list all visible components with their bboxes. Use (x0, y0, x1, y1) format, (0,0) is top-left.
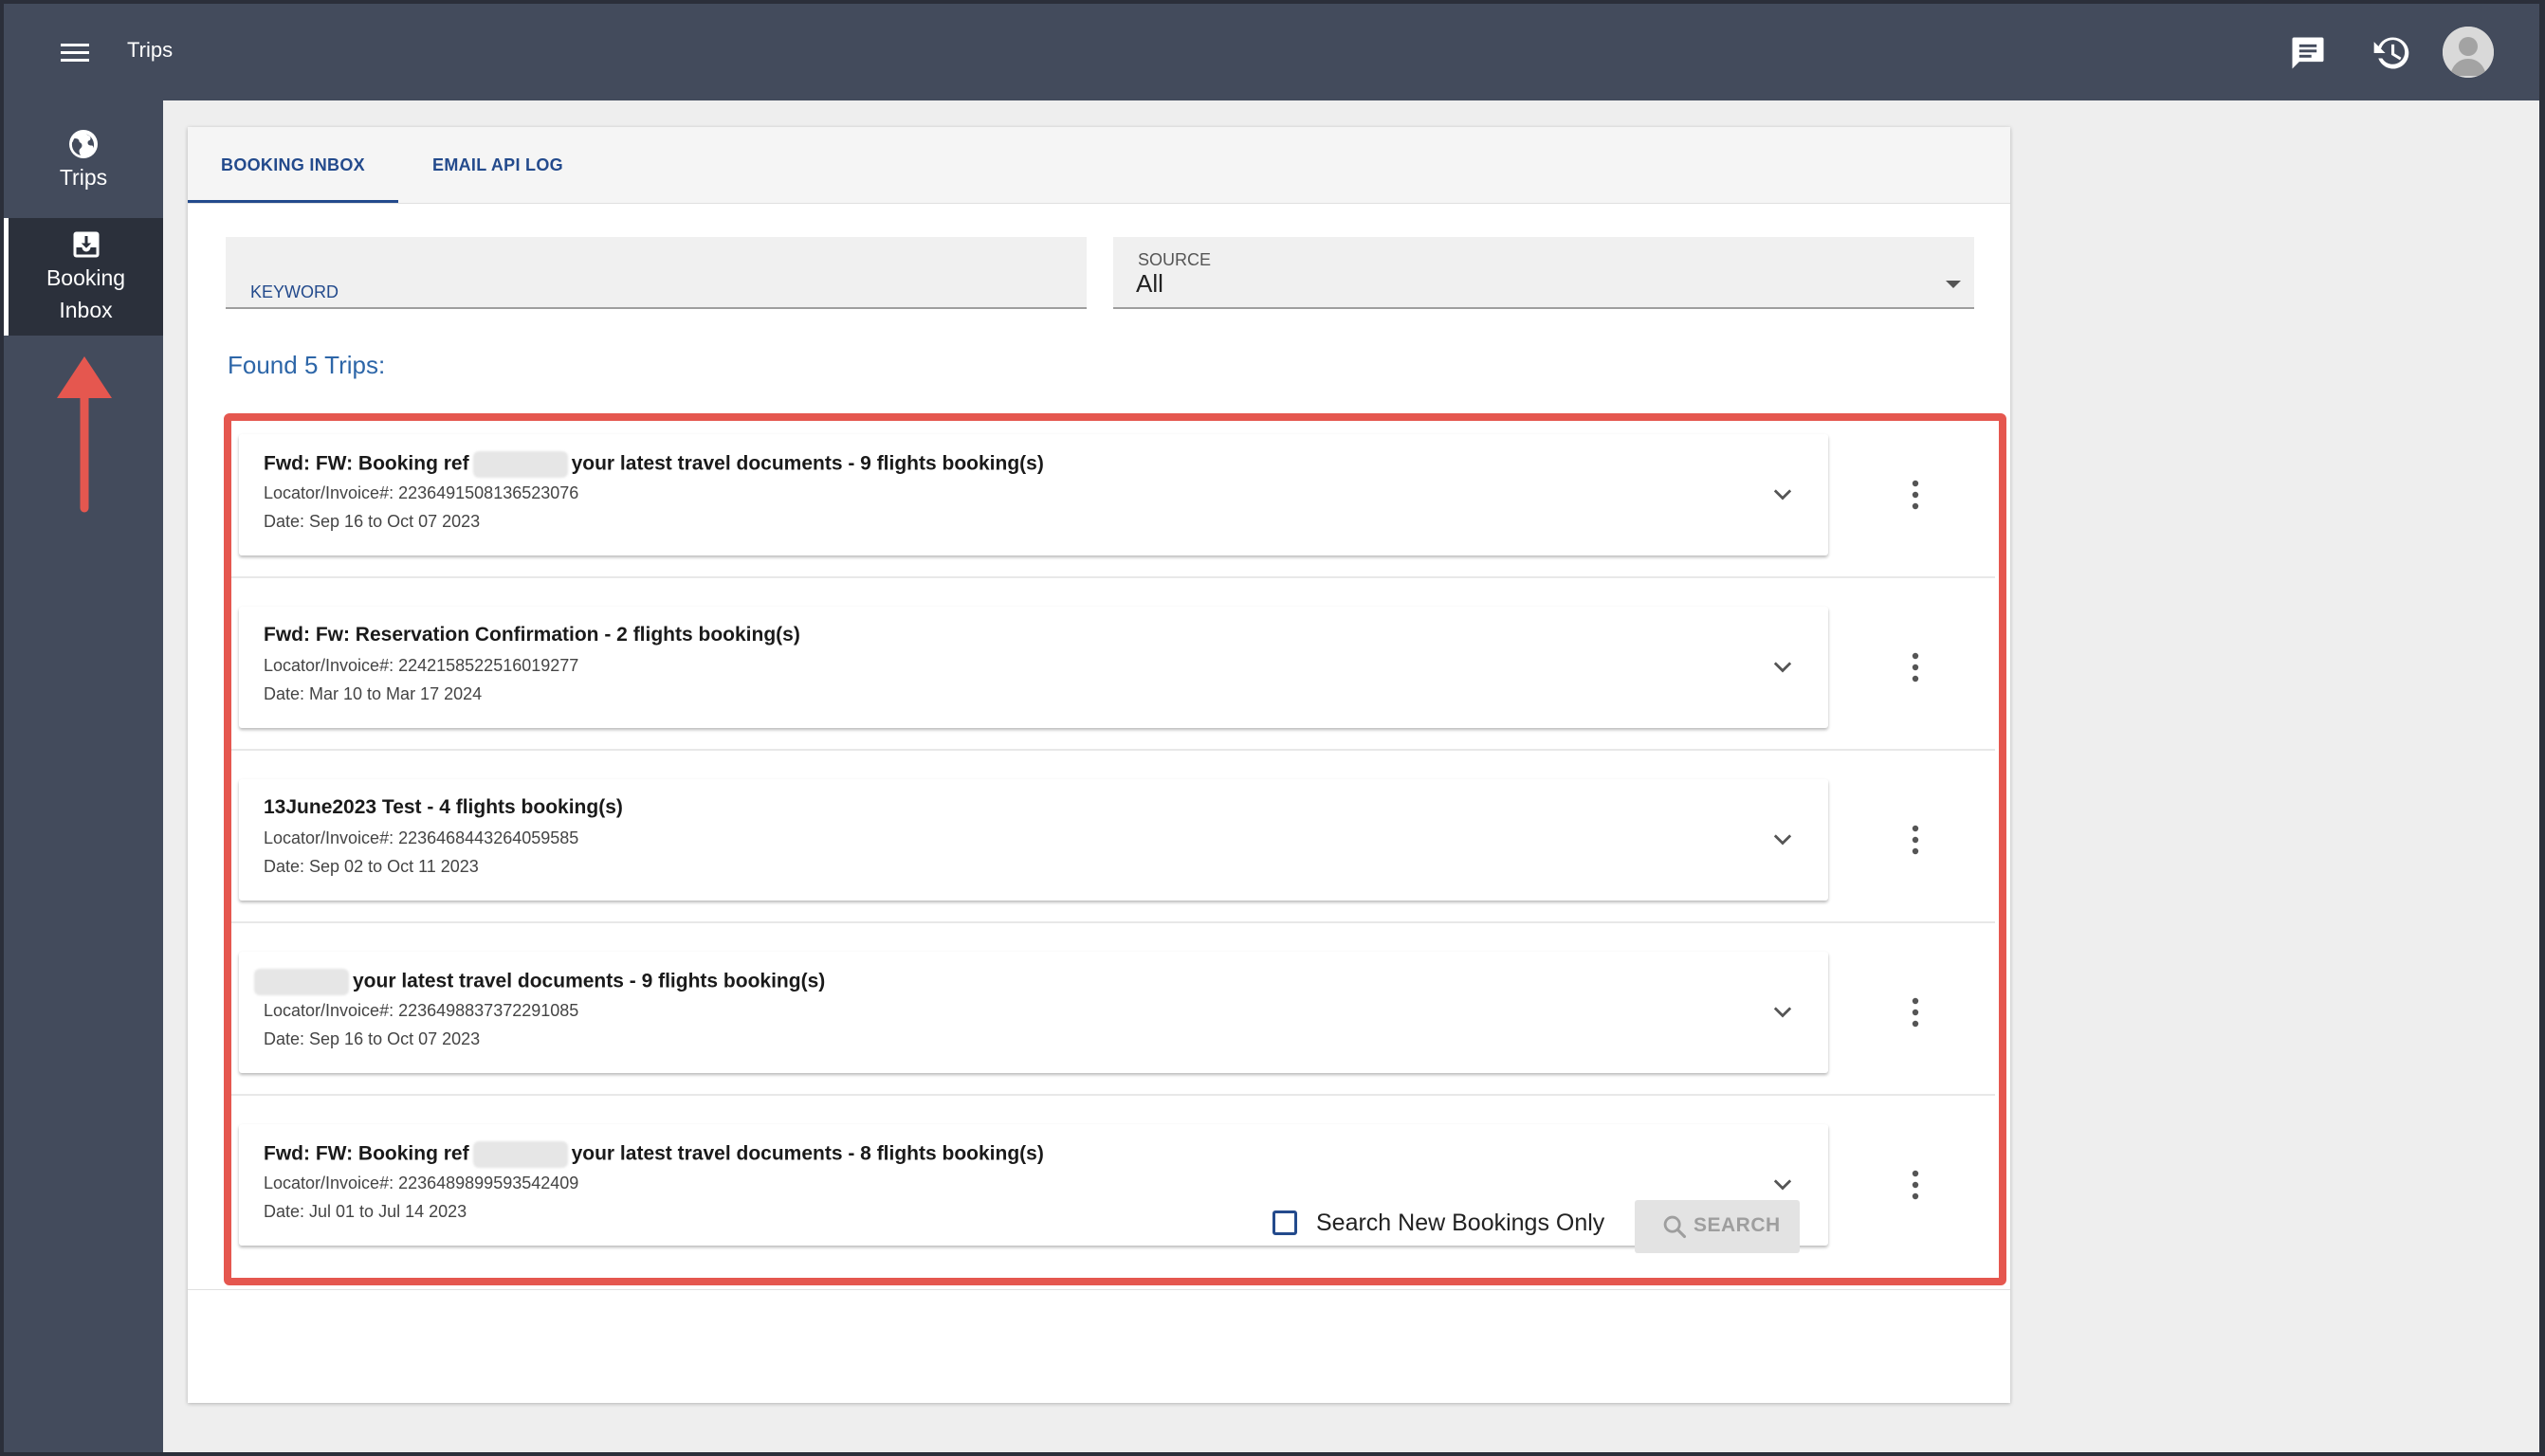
globe-icon (69, 130, 98, 158)
inbox-icon (73, 231, 99, 258)
trip-title-suffix: your latest travel documents - 9 flights… (353, 970, 826, 992)
trip-date: Date: Sep 16 to Oct 07 2023 (264, 1029, 481, 1048)
search-button[interactable]: SEARCH (1635, 1200, 1800, 1253)
keyword-label: KEYWORD (250, 282, 339, 301)
trip-title: your latest travel documents - 9 flights… (254, 969, 826, 995)
more-options-icon[interactable] (1906, 650, 1925, 684)
nav-label-booking: Booking (46, 265, 126, 290)
trip-title: Fwd: FW: Booking ref your latest travel d… (264, 451, 1044, 478)
trip-locator: Locator/Invoice#: 2236489899593542409 (264, 1174, 579, 1192)
row-divider (231, 921, 1995, 923)
source-label: SOURCE (1138, 250, 1212, 269)
card-footer (188, 1289, 2010, 1404)
trip-card[interactable]: 13June2023 Test - 4 flights booking(s) L… (239, 779, 1828, 901)
search-button-label: SEARCH (1694, 1214, 1781, 1236)
trip-locator: Locator/Invoice#: 2236468443264059585 (264, 828, 579, 847)
trip-locator: Locator/Invoice#: 2242158522516019277 (264, 656, 579, 675)
chevron-down-icon[interactable] (1769, 654, 1796, 681)
trip-date: Date: Mar 10 to Mar 17 2024 (264, 684, 483, 703)
chevron-down-icon[interactable] (1769, 827, 1796, 853)
more-options-icon[interactable] (1906, 1168, 1925, 1202)
dropdown-arrow-icon (1946, 281, 1961, 288)
redacted-text (254, 969, 349, 995)
trip-card[interactable]: Fwd: Fw: Reservation Confirmation - 2 fl… (239, 607, 1828, 728)
chevron-down-icon[interactable] (1769, 1172, 1796, 1198)
more-options-icon[interactable] (1906, 823, 1925, 857)
chevron-down-icon[interactable] (1769, 482, 1796, 508)
trip-title-suffix: your latest travel documents - 8 flights… (571, 1142, 1044, 1165)
trip-locator: Locator/Invoice#: 2236491508136523076 (264, 483, 579, 502)
top-bar: Trips (4, 4, 2539, 100)
user-avatar[interactable] (2443, 27, 2494, 78)
tab-booking-inbox[interactable]: BOOKING INBOX (188, 127, 398, 203)
redacted-text (472, 451, 568, 478)
side-navigation: Trips Booking Inbox (4, 100, 163, 1452)
tab-email-api-log[interactable]: EMAIL API LOG (398, 127, 597, 203)
annotation-arrow (57, 356, 112, 513)
trip-title-prefix: Fwd: FW: Booking ref (264, 452, 469, 475)
row-divider (231, 1094, 1995, 1096)
more-options-icon[interactable] (1906, 478, 1925, 512)
trip-title-suffix: your latest travel documents - 9 flights… (571, 452, 1044, 475)
redacted-text (472, 1141, 568, 1168)
trip-title: Fwd: FW: Booking ref your latest travel d… (264, 1141, 1044, 1168)
app-title: Trips (127, 38, 174, 62)
trip-date: Date: Sep 02 to Oct 11 2023 (264, 857, 479, 876)
chevron-down-icon[interactable] (1769, 999, 1796, 1026)
source-select[interactable]: SOURCE All (1113, 237, 1974, 309)
trip-locator: Locator/Invoice#: 2236498837372291085 (264, 1001, 579, 1020)
nav-item-trips[interactable]: Trips (4, 127, 163, 218)
history-icon[interactable] (2371, 32, 2412, 74)
row-divider (231, 749, 1995, 751)
trip-date: Date: Jul 01 to Jul 14 2023 (264, 1202, 467, 1221)
menu-icon[interactable] (53, 36, 99, 70)
new-bookings-checkbox[interactable] (1272, 1210, 1297, 1235)
results-count: Found 5 Trips: (228, 351, 386, 379)
trip-title: Fwd: Fw: Reservation Confirmation - 2 fl… (264, 624, 800, 646)
chat-icon[interactable] (2287, 32, 2329, 74)
search-icon (1663, 1215, 1687, 1239)
more-options-icon[interactable] (1906, 995, 1925, 1029)
trip-card[interactable]: your latest travel documents - 9 flights… (239, 952, 1828, 1073)
trip-title-prefix: Fwd: FW: Booking ref (264, 1142, 469, 1165)
new-bookings-checkbox-label[interactable]: Search New Bookings Only (1316, 1210, 1604, 1237)
nav-label-inbox: Inbox (59, 298, 113, 322)
source-value: All (1136, 269, 1163, 298)
nav-item-booking-inbox[interactable]: Booking Inbox (4, 218, 163, 336)
trip-title: 13June2023 Test - 4 flights booking(s) (264, 796, 623, 818)
keyword-input[interactable]: KEYWORD (226, 237, 1087, 309)
trip-card[interactable]: Fwd: FW: Booking ref your latest travel d… (239, 434, 1828, 555)
row-divider (231, 576, 1995, 578)
nav-label-trips: Trips (59, 165, 108, 190)
trip-date: Date: Sep 16 to Oct 07 2023 (264, 512, 481, 531)
app-window: Trips Trips Booking Inbox BOOKING INBOX (4, 4, 2539, 1452)
tab-bar: BOOKING INBOX EMAIL API LOG (188, 127, 2010, 204)
